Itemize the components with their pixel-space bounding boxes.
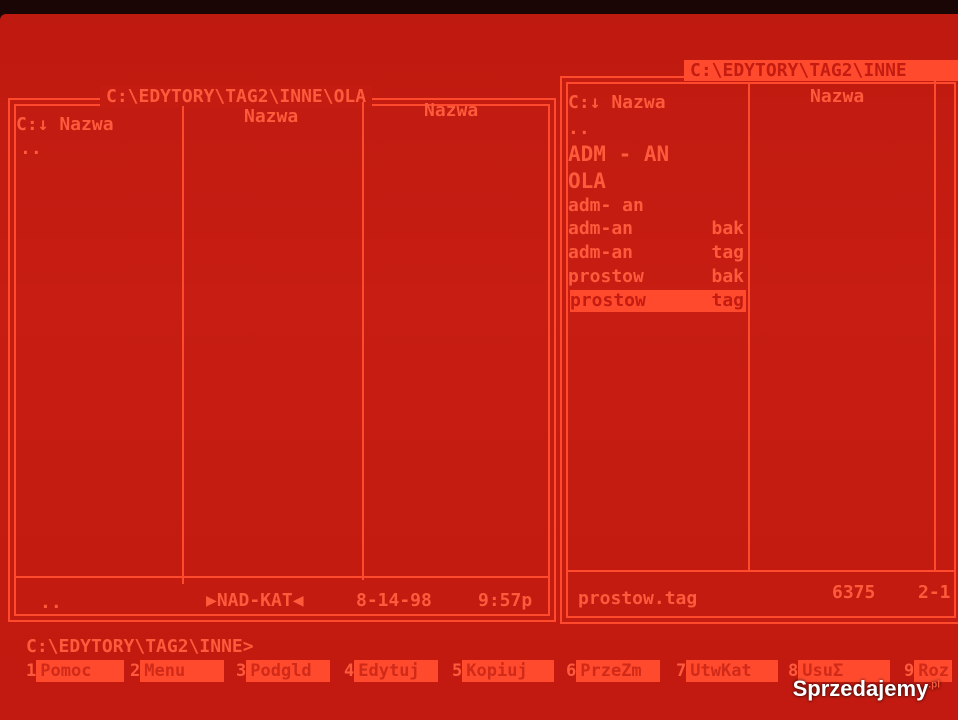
left-panel-path: C:\EDYTORY\TAG2\INNE\OLA [100, 86, 373, 107]
f2-menu-button[interactable]: 2 Menu [130, 658, 225, 684]
f4-edit-button[interactable]: 4 Edytuj [344, 658, 439, 684]
left-status-name: .. [40, 592, 62, 613]
f5-copy-button[interactable]: 5 Kopiuj [452, 658, 555, 684]
f3-view-button[interactable]: 3 Podgld [236, 658, 331, 684]
right-col2-header[interactable]: Nazwa [810, 86, 864, 107]
right-col-divider-1 [748, 84, 750, 570]
list-item[interactable]: prostow bak [568, 266, 746, 290]
left-col3-header[interactable]: Nazwa [424, 100, 478, 121]
left-file-panel[interactable] [8, 98, 556, 622]
terminal-screen: C:\EDYTORY\TAG2\INNE\OLA C:↓ Nazwa Nazwa… [0, 14, 958, 720]
list-item-selected[interactable]: prostow tag [570, 290, 746, 312]
left-col-divider-1 [182, 106, 184, 584]
left-status-date: 8-14-98 [356, 590, 432, 611]
right-status-size: 6375 [832, 582, 876, 603]
left-col-divider-2 [362, 102, 364, 580]
list-item[interactable]: adm-an tag [568, 242, 746, 266]
list-item[interactable]: .. [568, 118, 746, 142]
right-panel-path: C:\EDYTORY\TAG2\INNE [684, 60, 958, 81]
left-file-parent[interactable]: .. [20, 138, 42, 159]
left-col1-header[interactable]: C:↓ Nazwa [16, 114, 114, 135]
left-status-type: ▶NAD-KAT◀ [206, 590, 304, 611]
left-status-time: 9:57p [478, 590, 533, 611]
f6-rename-button[interactable]: 6 PrzeZm [566, 658, 661, 684]
right-status-name: prostow.tag [578, 588, 698, 609]
command-prompt[interactable]: C:\EDYTORY\TAG2\INNE> [26, 636, 254, 657]
right-file-list: .. ADM - AN OLA adm- an adm-an bak adm-an… [568, 118, 746, 312]
list-item[interactable]: OLA [568, 169, 746, 195]
left-col2-header[interactable]: Nazwa [244, 106, 298, 127]
list-item[interactable]: adm-an bak [568, 218, 746, 242]
right-status-divider [566, 570, 954, 572]
right-col-divider-2 [934, 78, 936, 570]
watermark-logo: Sprzedajemy.pl [792, 676, 940, 701]
right-status-date: 2-1 [918, 582, 951, 603]
list-item[interactable]: adm- an [568, 195, 746, 218]
f1-help-button[interactable]: 1 Pomoc [26, 658, 125, 684]
f7-mkdir-button[interactable]: 7 UtwKat [676, 658, 779, 684]
right-col1-header[interactable]: C:↓ Nazwa [568, 92, 666, 113]
list-item[interactable]: ADM - AN [568, 142, 746, 169]
left-status-divider [14, 576, 548, 578]
